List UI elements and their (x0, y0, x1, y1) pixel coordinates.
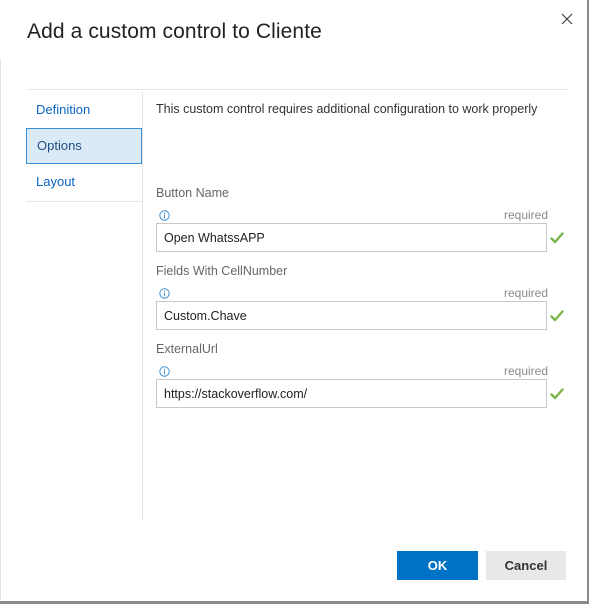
configuration-notice: This custom control requires additional … (156, 102, 538, 116)
nav-item-layout[interactable]: Layout (26, 164, 142, 200)
field-label-fields-with-cellnumber: Fields With CellNumber (156, 264, 288, 278)
valid-check-icon (550, 388, 564, 400)
dialog-title: Add a custom control to Cliente (27, 20, 322, 43)
field-label-externalurl: ExternalUrl (156, 342, 218, 356)
required-indicator: required (503, 364, 548, 378)
window-frame-left (0, 60, 1, 600)
required-indicator: required (503, 286, 548, 300)
side-nav: Definition Options Layout (26, 92, 142, 200)
required-indicator: required (503, 208, 548, 222)
title-divider (27, 89, 567, 90)
nav-item-options[interactable]: Options (26, 128, 142, 164)
close-button[interactable] (556, 8, 578, 30)
valid-check-icon (550, 232, 564, 244)
cancel-button[interactable]: Cancel (486, 551, 566, 580)
info-icon[interactable] (159, 210, 170, 221)
nav-item-definition[interactable]: Definition (26, 92, 142, 128)
info-icon[interactable] (159, 288, 170, 299)
external-url-input[interactable] (156, 379, 547, 408)
button-name-input[interactable] (156, 223, 547, 252)
nav-divider (26, 201, 142, 202)
field-label-button-name: Button Name (156, 186, 229, 200)
info-icon[interactable] (159, 366, 170, 377)
close-icon (561, 13, 573, 25)
ok-button[interactable]: OK (397, 551, 478, 580)
valid-check-icon (550, 310, 564, 322)
cellnumber-field-input[interactable] (156, 301, 547, 330)
nav-vertical-divider (142, 92, 143, 520)
